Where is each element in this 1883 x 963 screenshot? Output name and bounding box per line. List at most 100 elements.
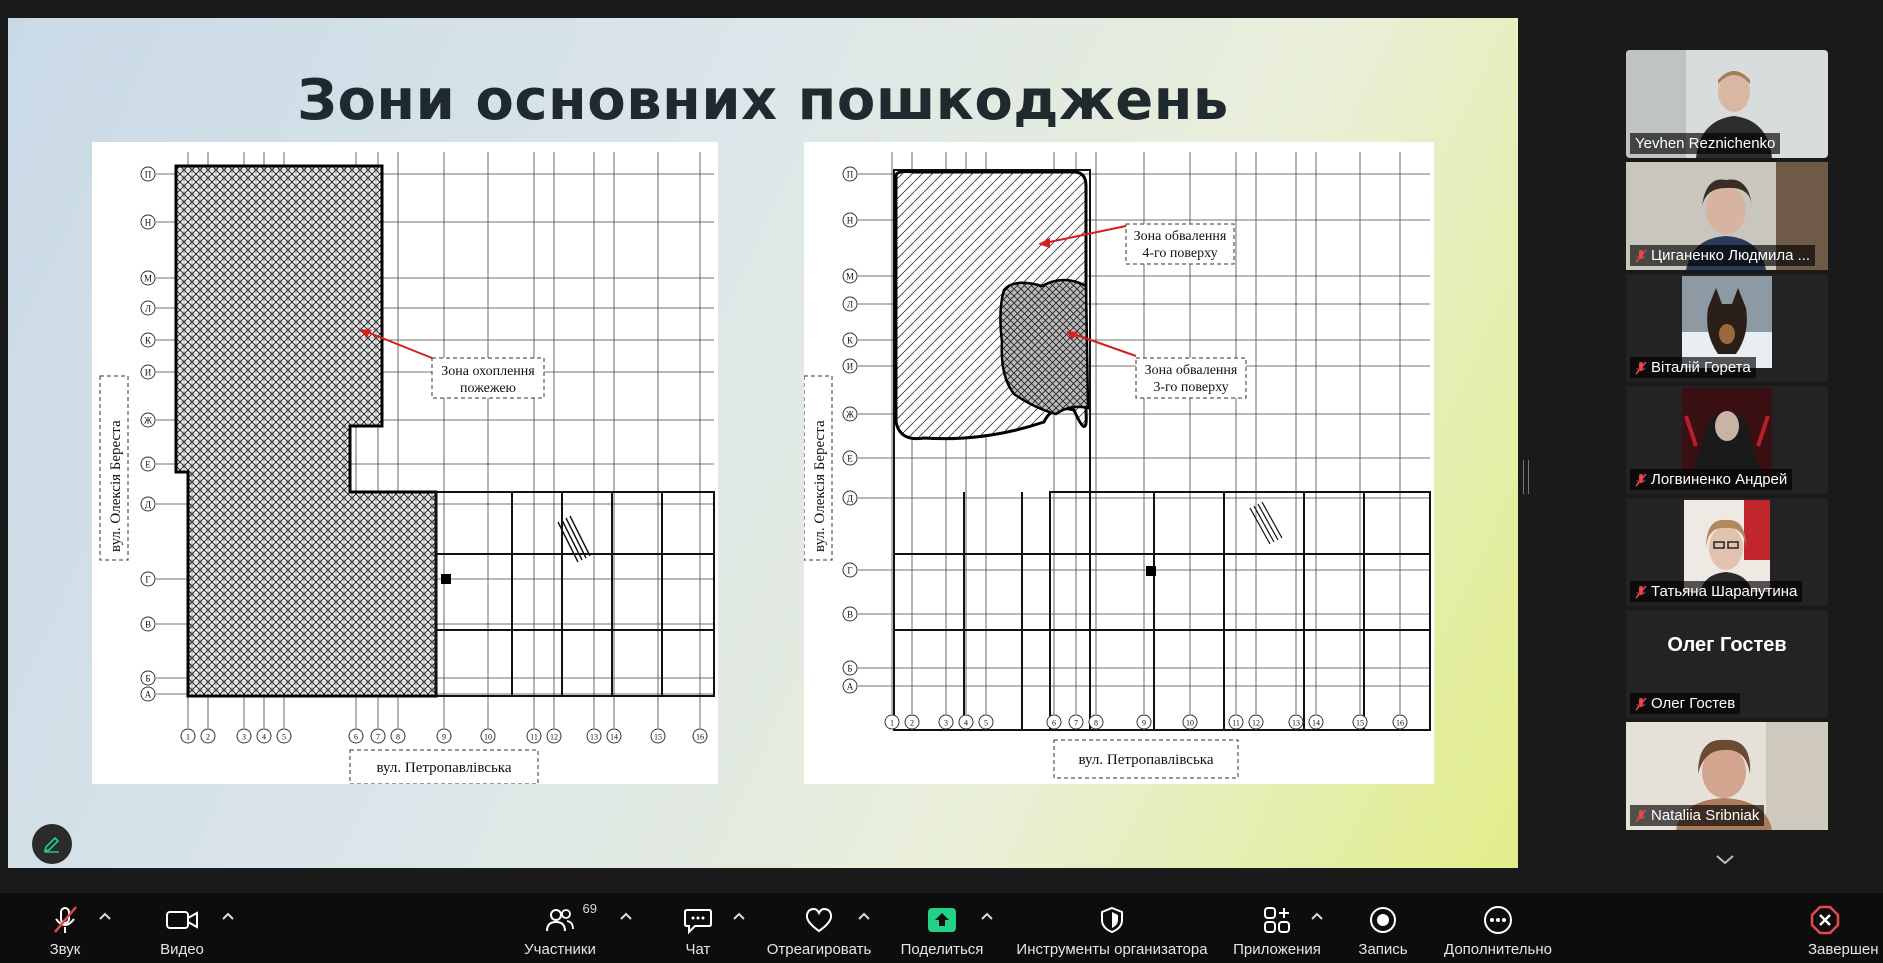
participant-name: Логвиненко Андрей — [1630, 469, 1793, 490]
apps-label: Приложения — [1233, 941, 1321, 958]
col-axis-label: 16 — [696, 733, 704, 742]
chat-button[interactable]: Чат — [678, 893, 718, 963]
col-axis-label: 10 — [1186, 719, 1194, 728]
row-axis-label: В — [145, 620, 151, 630]
video-options-caret-icon[interactable] — [221, 911, 235, 921]
audio-label: Звук — [49, 941, 81, 958]
col-axis-label: 6 — [1052, 719, 1056, 728]
participant-tile[interactable]: Логвиненко Андрей — [1626, 386, 1828, 494]
row-axis-label: Ж — [144, 416, 153, 426]
row-axis-label: К — [145, 336, 152, 346]
participant-tile[interactable]: Віталій Горета — [1626, 274, 1828, 382]
col-axis-label: 15 — [654, 733, 662, 742]
col-axis-label: 10 — [484, 733, 492, 742]
heart-icon — [805, 907, 833, 933]
row-axis-label: Н — [145, 218, 152, 228]
col-axis-label: 7 — [376, 733, 380, 742]
col-axis-label: 9 — [1142, 719, 1146, 728]
row-axis-label: Б — [847, 664, 852, 674]
callout-fire-line1: Зона охоплення — [441, 364, 535, 379]
meeting-toolbar: Звук Видео 69 Участники Чат Отреагироват… — [0, 893, 1883, 963]
callout-fire-line2: пожежею — [460, 381, 516, 396]
street-bottom-label-right: вул. Петропавлівська — [1078, 752, 1213, 768]
share-screen-button[interactable]: Поделиться — [900, 893, 984, 963]
more-button[interactable]: Дополнительно — [1440, 893, 1556, 963]
callout-collapse3-line1: Зона обвалення — [1145, 363, 1238, 378]
panel-resize-handle[interactable] — [1523, 460, 1529, 494]
street-vertical-label: вул. Олексія Береста — [108, 420, 124, 552]
mic-muted-icon — [1635, 697, 1647, 710]
audio-button[interactable]: Звук — [30, 893, 100, 963]
row-axis-label: П — [847, 170, 854, 180]
row-axis-label: Е — [847, 454, 853, 464]
participant-tile[interactable]: Татьяна Шарапутина — [1626, 498, 1828, 606]
host-tools-button[interactable]: Инструменты организатора — [1014, 893, 1210, 963]
col-axis-label: 3 — [242, 733, 246, 742]
shield-icon — [1101, 906, 1123, 934]
apps-button[interactable]: Приложения — [1230, 893, 1324, 963]
col-axis-label: 1 — [890, 719, 894, 728]
react-button[interactable]: Отреагировать — [764, 893, 874, 963]
participant-name: Nataliia Sribniak — [1630, 805, 1765, 826]
street-vertical-label-right: вул. Олексія Береста — [812, 420, 828, 552]
col-axis-label: 7 — [1074, 719, 1078, 728]
row-axis-label: Н — [847, 216, 854, 226]
participant-display-name: Олег Гостев — [1667, 634, 1787, 656]
slide-title: Зони основних пошкоджень — [297, 68, 1229, 133]
mic-muted-icon — [1635, 473, 1647, 486]
participant-tile[interactable]: Циганенко Людмила ... — [1626, 162, 1828, 270]
audio-options-caret-icon[interactable] — [98, 911, 112, 921]
mic-muted-icon — [1635, 585, 1647, 598]
video-button[interactable]: Видео — [152, 893, 212, 963]
shared-screen-area: Зони основних пошкоджень вул. Олексія Бе… — [0, 0, 1883, 893]
col-axis-label: 3 — [944, 719, 948, 728]
col-axis-label: 14 — [1312, 719, 1320, 728]
annotate-button[interactable] — [32, 824, 72, 864]
row-axis-label: А — [847, 682, 854, 692]
mic-muted-icon — [1635, 249, 1647, 262]
end-meeting-icon — [1810, 905, 1840, 935]
col-axis-label: 12 — [550, 733, 558, 742]
col-axis-label: 5 — [984, 719, 988, 728]
host-tools-label: Инструменты организатора — [1016, 941, 1208, 958]
react-label: Отреагировать — [766, 941, 872, 958]
presentation-slide: Зони основних пошкоджень вул. Олексія Бе… — [8, 18, 1518, 868]
react-options-caret-icon[interactable] — [857, 911, 871, 921]
participant-tile[interactable]: Олег Гостев Олег Гостев — [1626, 610, 1828, 718]
share-options-caret-icon[interactable] — [980, 911, 994, 921]
chat-options-caret-icon[interactable] — [732, 911, 746, 921]
col-axis-label: 8 — [396, 733, 400, 742]
row-axis-label: Л — [847, 300, 853, 310]
col-axis-label: 9 — [442, 733, 446, 742]
gallery-scroll-down-button[interactable] — [1680, 843, 1770, 877]
participant-name: Yevhen Reznichenko — [1630, 133, 1781, 154]
participant-name: Циганенко Людмила ... — [1630, 245, 1816, 266]
col-axis-label: 6 — [354, 733, 358, 742]
end-meeting-button[interactable]: Завершен — [1808, 893, 1883, 963]
participants-options-caret-icon[interactable] — [619, 911, 633, 921]
callout-collapse4-line2: 4-го поверху — [1142, 246, 1217, 261]
participant-name: Віталій Горета — [1630, 357, 1756, 378]
participants-button[interactable]: 69 Участники — [520, 893, 600, 963]
floor-plan-fire-zone: вул. Олексія Береста вул. Петропавлівськ… — [92, 142, 718, 784]
people-icon — [546, 909, 574, 932]
more-label: Дополнительно — [1444, 941, 1552, 958]
apps-icon — [1264, 907, 1290, 933]
mic-muted-icon — [54, 906, 77, 933]
row-axis-label: Д — [145, 500, 151, 510]
col-axis-label: 2 — [910, 719, 914, 728]
participant-tile[interactable]: Nataliia Sribniak — [1626, 722, 1828, 830]
floor-plan-collapse-zones: вул. Олексія Береста вул. Петропавлівськ… — [804, 142, 1434, 784]
chat-icon — [684, 909, 712, 934]
share-screen-icon — [928, 908, 956, 932]
chat-label: Чат — [685, 941, 711, 958]
participant-tile[interactable]: Yevhen Reznichenko — [1626, 50, 1828, 158]
record-button[interactable]: Запись — [1352, 893, 1414, 963]
apps-options-caret-icon[interactable] — [1310, 911, 1324, 921]
row-axis-label: Д — [847, 494, 853, 504]
floor-plan-right-drawing: вул. Олексія Береста вул. Петропавлівськ… — [804, 152, 1431, 779]
mic-muted-icon — [1635, 809, 1647, 822]
share-label: Поделиться — [900, 941, 984, 958]
participant-name: Олег Гостев — [1630, 693, 1741, 714]
row-axis-label: Б — [145, 674, 150, 684]
